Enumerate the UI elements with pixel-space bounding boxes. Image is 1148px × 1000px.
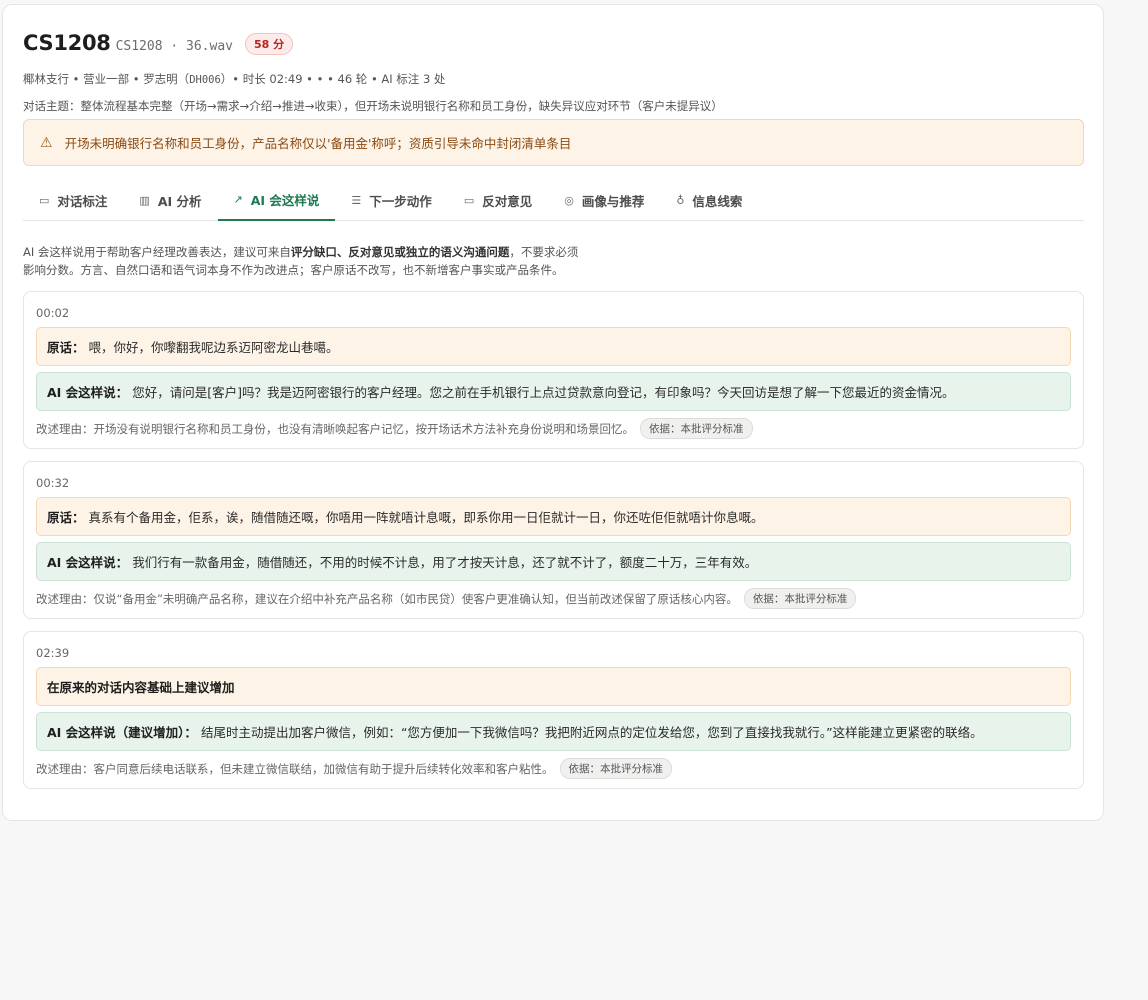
suggestion-card: 02:39 在原来的对话内容基础上建议增加 AI 会这样说（建议增加）： 结尾时… xyxy=(23,631,1084,789)
ai-label: AI 会这样说： xyxy=(47,385,129,400)
tab-label: 反对意见 xyxy=(482,194,533,209)
original-utterance: 原话： 真系有个备用金，佢系，诶，随借随还嘅，你唔用一阵就唔计息嘅，即系你用一日… xyxy=(36,497,1071,536)
meta-branch: 椰林支行 • 营业一部 • 罗志明（ xyxy=(23,72,190,86)
ai-text: 结尾时主动提出加客户微信，例如：“您方便加一下我微信吗？我把附近网点的定位发给您… xyxy=(200,725,983,740)
ai-text: 您好，请问是[客户]吗？我是迈阿密银行的客户经理。您之前在手机银行上点过贷款意向… xyxy=(132,385,955,400)
tab-bar: ▭ 对话标注 ▥ AI 分析 ↗ AI 会这样说 ☰ 下一步动作 ▭ 反对意见 … xyxy=(23,180,1084,221)
original-label: 在原来的对话内容基础上建议增加 xyxy=(47,680,235,695)
score-badge: 58 分 xyxy=(244,33,294,55)
intro-emphasis: 评分缺口、反对意见或独立的语义沟通问题 xyxy=(290,245,510,259)
title-row: CS1208 CS1208 · 36.wav 58 分 xyxy=(23,31,294,57)
rewrite-reason: 改述理由：客户同意后续电话联系，但未建立微信联结，加微信有助于提升后续转化效率和… xyxy=(36,758,672,779)
ai-label: AI 会这样说： xyxy=(47,555,129,570)
timestamp[interactable]: 00:02 xyxy=(36,306,69,320)
meta-staff-code: DH006 xyxy=(189,74,221,86)
reason-text: 改述理由：客户同意后续电话联系，但未建立微信联结，加微信有助于提升后续转化效率和… xyxy=(36,761,554,776)
page-title: CS1208 xyxy=(23,31,111,55)
tab-profile-recommendations[interactable]: ◎ 画像与推荐 xyxy=(548,180,660,221)
tab-label: AI 会这样说 xyxy=(250,193,320,208)
timestamp[interactable]: 02:39 xyxy=(36,646,69,660)
reason-text: 改述理由：仅说“备用金”未明确产品名称，建议在介绍中补充产品名称（如市民贷）使客… xyxy=(36,591,738,606)
tab-label: 下一步动作 xyxy=(369,194,432,209)
rewrite-reason: 改述理由：仅说“备用金”未明确产品名称，建议在介绍中补充产品名称（如市民贷）使客… xyxy=(36,588,857,609)
ai-suggestion: AI 会这样说（建议增加）： 结尾时主动提出加客户微信，例如：“您方便加一下我微… xyxy=(36,712,1071,751)
timestamp[interactable]: 00:32 xyxy=(36,476,69,490)
tab-ai-analysis[interactable]: ▥ AI 分析 xyxy=(123,180,217,221)
ai-label: AI 会这样说（建议增加）： xyxy=(47,725,197,740)
magic-wand-icon: ↗ xyxy=(233,193,243,206)
original-utterance: 原话： 喂，你好，你嚟翻我呢边系迈阿密龙山巷噶。 xyxy=(36,327,1071,366)
tab-dialogue-annotation[interactable]: ▭ 对话标注 xyxy=(23,180,123,221)
original-text: 喂，你好，你嚟翻我呢边系迈阿密龙山巷噶。 xyxy=(88,340,339,355)
intro-line-1: AI 会这样说用于帮助客户经理改善表达，建议可来自评分缺口、反对意见或独立的语义… xyxy=(23,243,578,261)
tab-ai-would-say[interactable]: ↗ AI 会这样说 xyxy=(217,180,336,221)
original-text: 真系有个备用金，佢系，诶，随借随还嘅，你唔用一阵就唔计息嘅，即系你用一日佢就计一… xyxy=(88,510,764,525)
tab-objections[interactable]: ▭ 反对意见 xyxy=(448,180,548,221)
suggestion-card: 00:32 原话： 真系有个备用金，佢系，诶，随借随还嘅，你唔用一阵就唔计息嘅，… xyxy=(23,461,1084,619)
alert-text: 开场未明确银行名称和员工身份，产品名称仅以'备用金'称呼；资质引导未命中封闭清单… xyxy=(64,136,572,151)
tab-label: 画像与推荐 xyxy=(581,194,645,209)
tab-label: 对话标注 xyxy=(57,194,108,209)
tab-info-clues[interactable]: ♁ 信息线索 xyxy=(660,180,758,221)
intro-line-2: 影响分数。方言、自然口语和语气词本身不作为改进点；客户原话不改写，也不新增客户事… xyxy=(23,263,564,277)
intro-text-1: AI 会这样说用于帮助客户经理改善表达，建议可来自 xyxy=(23,245,291,259)
warning-icon: ⚠ xyxy=(40,134,53,151)
suggestion-card: 00:02 原话： 喂，你好，你嚟翻我呢边系迈阿密龙山巷噶。 AI 会这样说： … xyxy=(23,291,1084,449)
tab-label: AI 分析 xyxy=(157,194,202,209)
ai-text: 我们行有一款备用金，随借随还，不用的时候不计息，用了才按天计息，还了就不计了，额… xyxy=(132,555,758,570)
reason-text: 改述理由：开场没有说明银行名称和员工身份，也没有清晰唤起客户记忆，按开场话术方法… xyxy=(36,421,634,436)
file-name: CS1208 · 36.wav xyxy=(115,39,233,54)
message-icon: ▭ xyxy=(463,194,475,207)
target-icon: ◎ xyxy=(564,194,574,207)
intro-text: AI 会这样说用于帮助客户经理改善表达，建议可来自评分缺口、反对意见或独立的语义… xyxy=(23,243,578,279)
call-meta: 椰林支行 • 营业一部 • 罗志明（DH006）• 时长 02:49 • • •… xyxy=(23,71,445,87)
warning-alert: ⚠ 开场未明确银行名称和员工身份，产品名称仅以'备用金'称呼；资质引导未命中封闭… xyxy=(23,119,1084,166)
original-label: 原话： xyxy=(47,510,85,525)
original-utterance: 在原来的对话内容基础上建议增加 xyxy=(36,667,1071,706)
ai-suggestion: AI 会这样说： 您好，请问是[客户]吗？我是迈阿密银行的客户经理。您之前在手机… xyxy=(36,372,1071,411)
meta-details: ）• 时长 02:49 • • • 46 轮 • AI 标注 3 处 xyxy=(220,72,446,86)
checklist-icon: ☰ xyxy=(351,194,362,207)
basis-badge: 依据：本批评分标准 xyxy=(559,758,672,779)
intro-text-2: ，不要求必须 xyxy=(509,245,579,259)
conversation-topic: 对话主题：整体流程基本完整（开场→需求→介绍→推进→收束），但开场未说明银行名称… xyxy=(23,99,723,113)
call-detail-card: CS1208 CS1208 · 36.wav 58 分 椰林支行 • 营业一部 … xyxy=(2,4,1104,821)
lightbulb-icon: ♁ xyxy=(676,194,685,207)
basis-badge: 依据：本批评分标准 xyxy=(743,588,857,609)
rewrite-reason: 改述理由：开场没有说明银行名称和员工身份，也没有清晰唤起客户记忆，按开场话术方法… xyxy=(36,418,753,439)
tab-label: 信息线索 xyxy=(692,194,743,209)
bar-chart-icon: ▥ xyxy=(139,194,150,207)
original-label: 原话： xyxy=(47,340,85,355)
basis-badge: 依据：本批评分标准 xyxy=(640,418,753,439)
ai-suggestion: AI 会这样说： 我们行有一款备用金，随借随还，不用的时候不计息，用了才按天计息… xyxy=(36,542,1071,581)
comment-icon: ▭ xyxy=(39,194,50,207)
tab-next-actions[interactable]: ☰ 下一步动作 xyxy=(335,180,447,221)
